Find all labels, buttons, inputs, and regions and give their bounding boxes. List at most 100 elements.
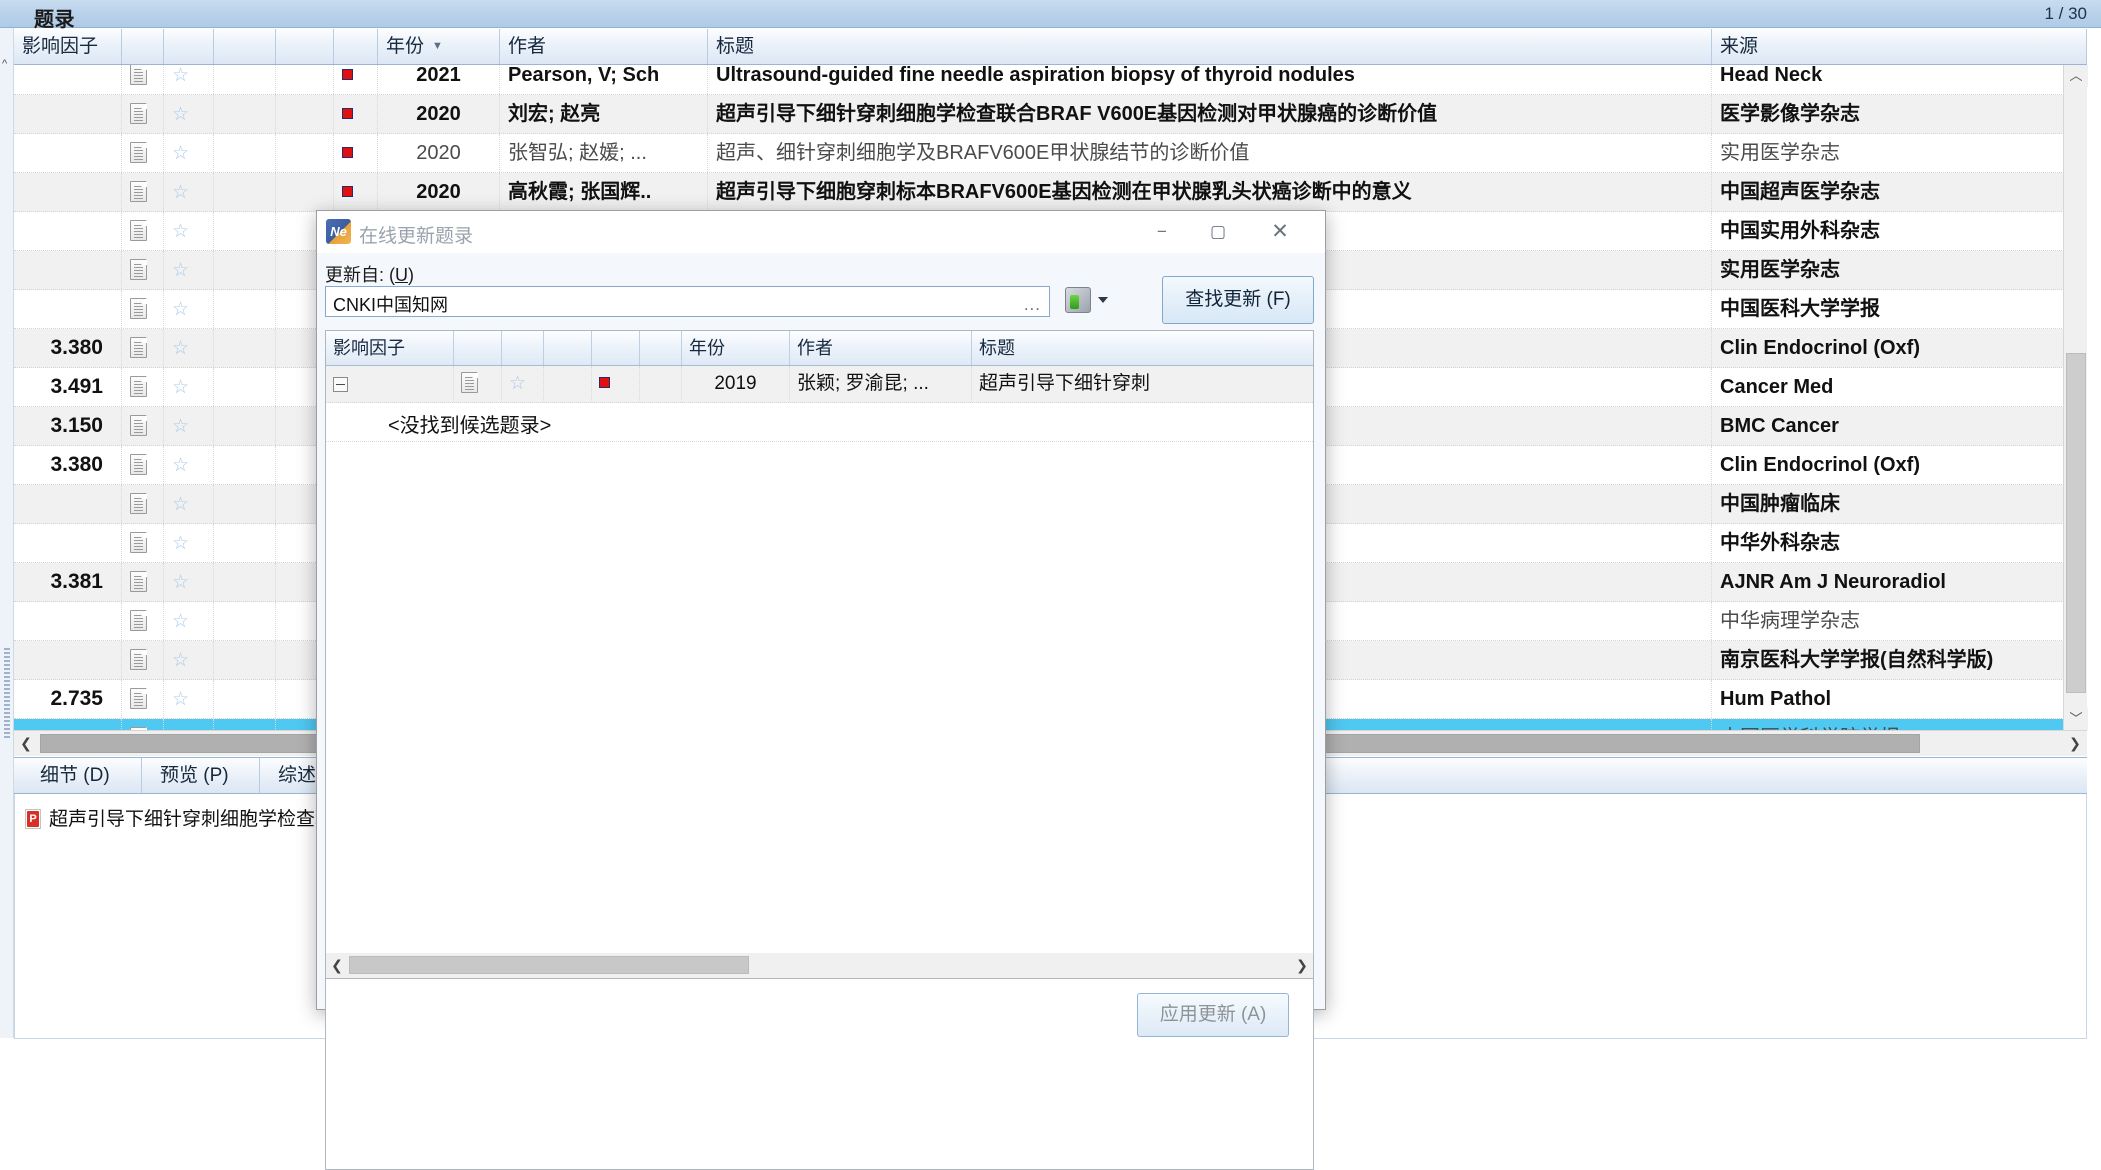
update-source-input[interactable]: CNKI中国知网 ...	[325, 286, 1050, 317]
close-icon[interactable]: ✕	[1257, 211, 1303, 252]
star-icon[interactable]: ☆	[172, 533, 189, 554]
star-icon[interactable]: ☆	[172, 299, 189, 320]
column-header-0[interactable]: 影响因子	[14, 29, 122, 64]
candidate-source-row[interactable]: ☆2019张颖; 罗渝昆; ...超声引导下细针穿刺	[326, 366, 1314, 403]
minimize-icon[interactable]: −	[1139, 211, 1185, 252]
tab-1[interactable]: 预览 (P)	[142, 758, 260, 793]
collapse-chevron-icon[interactable]: ^	[2, 58, 7, 70]
red-flag-square-icon[interactable]	[342, 108, 353, 119]
document-icon[interactable]	[130, 376, 147, 397]
dialog-column-header-2[interactable]	[502, 331, 544, 365]
column-header-8[interactable]: 标题	[708, 29, 1712, 64]
column-header-spacer-3[interactable]	[214, 29, 276, 64]
document-icon[interactable]	[130, 220, 147, 241]
dialog-column-header-8[interactable]: 标题	[972, 331, 1314, 365]
scroll-down-icon[interactable]: ﹀	[2064, 708, 2088, 730]
document-icon[interactable]	[130, 454, 147, 475]
tab-0[interactable]: 细节 (D)	[22, 758, 142, 793]
star-icon[interactable]: ☆	[172, 494, 189, 515]
document-icon[interactable]	[130, 181, 147, 202]
document-icon[interactable]	[461, 372, 478, 393]
column-header-9[interactable]: 来源	[1712, 29, 2087, 64]
column-header-6[interactable]: 年份▼	[378, 29, 500, 64]
attachment-list-item[interactable]: 超声引导下细针穿刺细胞学检查联	[25, 804, 334, 831]
document-icon[interactable]	[130, 649, 147, 670]
dialog-column-header-7[interactable]: 作者	[790, 331, 972, 365]
chevron-down-icon[interactable]	[1098, 297, 1108, 303]
sort-desc-icon[interactable]: ▼	[432, 40, 443, 52]
document-icon[interactable]	[130, 532, 147, 553]
star-icon[interactable]: ☆	[172, 338, 189, 359]
cell-author: Pearson, V; Sch	[500, 65, 708, 94]
star-icon[interactable]: ☆	[172, 65, 189, 86]
dialog-column-header-3[interactable]	[544, 331, 592, 365]
dialog-column-header-6[interactable]: 年份	[682, 331, 790, 365]
document-icon[interactable]	[130, 259, 147, 280]
vertical-scroll-thumb[interactable]	[2066, 353, 2086, 693]
grid-vertical-scrollbar[interactable]: ︿ ﹀	[2063, 65, 2087, 730]
star-icon[interactable]: ☆	[172, 377, 189, 398]
document-icon[interactable]	[130, 493, 147, 514]
star-icon[interactable]: ☆	[172, 104, 189, 125]
red-flag-square-icon[interactable]	[342, 186, 353, 197]
scroll-up-icon[interactable]: ︿	[2064, 65, 2088, 87]
document-icon[interactable]	[130, 337, 147, 358]
document-icon[interactable]	[130, 142, 147, 163]
table-row[interactable]: ☆2020刘宏; 赵亮超声引导下细针穿刺细胞学检查联合BRAF V600E基因检…	[14, 95, 2070, 134]
table-row[interactable]: ☆2020张智弘; 赵媛; ...超声、细针穿刺细胞学及BRAFV600E甲状腺…	[14, 134, 2070, 173]
dialog-titlebar[interactable]: Ne 在线更新题录 − ▢ ✕	[317, 211, 1325, 253]
dialog-scroll-left-icon[interactable]: ❮	[326, 953, 348, 977]
document-icon[interactable]	[130, 298, 147, 319]
star-icon[interactable]: ☆	[172, 455, 189, 476]
column-header-spacer-2[interactable]	[164, 29, 214, 64]
star-icon[interactable]: ☆	[172, 572, 189, 593]
document-icon[interactable]	[130, 103, 147, 124]
splitter-grip-handle[interactable]	[4, 648, 10, 738]
document-icon[interactable]	[130, 65, 147, 85]
table-row[interactable]: ☆2021Pearson, V; SchUltrasound-guided fi…	[14, 65, 2070, 95]
star-icon[interactable]: ☆	[172, 416, 189, 437]
star-icon[interactable]: ☆	[172, 143, 189, 164]
column-header-spacer-1[interactable]	[122, 29, 164, 64]
apply-updates-button[interactable]: 应用更新 (A)	[1137, 993, 1289, 1037]
database-selector[interactable]	[1065, 285, 1117, 317]
candidate-list-header: 影响因子 年份作者标题	[326, 331, 1314, 366]
column-header-spacer-5[interactable]	[334, 29, 378, 64]
scroll-left-icon[interactable]: ❮	[14, 731, 38, 756]
document-icon[interactable]	[130, 610, 147, 631]
star-icon[interactable]: ☆	[172, 650, 189, 671]
column-header-spacer-4[interactable]	[276, 29, 334, 64]
cell-source: BMC Cancer	[1712, 407, 2070, 445]
dialog-column-header-0[interactable]: 影响因子	[326, 331, 454, 365]
dialog-column-header-1[interactable]	[454, 331, 502, 365]
red-flag-square-icon[interactable]	[342, 147, 353, 158]
star-icon[interactable]: ☆	[172, 689, 189, 710]
maximize-icon[interactable]: ▢	[1195, 211, 1241, 252]
cell-blank-a	[214, 212, 276, 250]
dialog-horizontal-scroll-thumb[interactable]	[349, 956, 749, 974]
dialog-column-header-4[interactable]	[592, 331, 640, 365]
table-row[interactable]: ☆2020高秋霞; 张国辉..超声引导下细胞穿刺标本BRAFV600E基因检测在…	[14, 173, 2070, 212]
scroll-right-icon[interactable]: ❯	[2063, 731, 2087, 756]
online-update-dialog[interactable]: Ne 在线更新题录 − ▢ ✕ 更新自: (U) CNKI中国知网 ... 查找…	[316, 210, 1326, 1010]
cell-attachment	[122, 719, 164, 730]
document-icon[interactable]	[130, 688, 147, 709]
red-flag-square-icon[interactable]	[342, 69, 353, 80]
star-icon[interactable]: ☆	[172, 221, 189, 242]
dialog-scroll-right-icon[interactable]: ❯	[1291, 953, 1313, 977]
cell-impact-factor	[14, 602, 122, 640]
document-icon[interactable]	[130, 571, 147, 592]
red-flag-square-icon[interactable]	[599, 377, 610, 388]
dialog-column-header-5[interactable]	[640, 331, 682, 365]
star-icon[interactable]: ☆	[172, 182, 189, 203]
candidate-records-list[interactable]: 影响因子年份作者标题 ☆2019张颖; 罗渝昆; ...超声引导下细针穿刺 <没…	[325, 330, 1314, 1170]
find-updates-button[interactable]: 查找更新 (F)	[1162, 276, 1314, 324]
browse-ellipsis-button[interactable]: ...	[1024, 295, 1041, 315]
star-icon[interactable]: ☆	[509, 373, 526, 394]
star-icon[interactable]: ☆	[172, 611, 189, 632]
cell-blank-b	[276, 95, 334, 133]
document-icon[interactable]	[130, 415, 147, 436]
star-icon[interactable]: ☆	[172, 260, 189, 281]
column-header-7[interactable]: 作者	[500, 29, 708, 64]
candidate-list-horizontal-scrollbar[interactable]: ❮ ❯	[325, 953, 1314, 979]
